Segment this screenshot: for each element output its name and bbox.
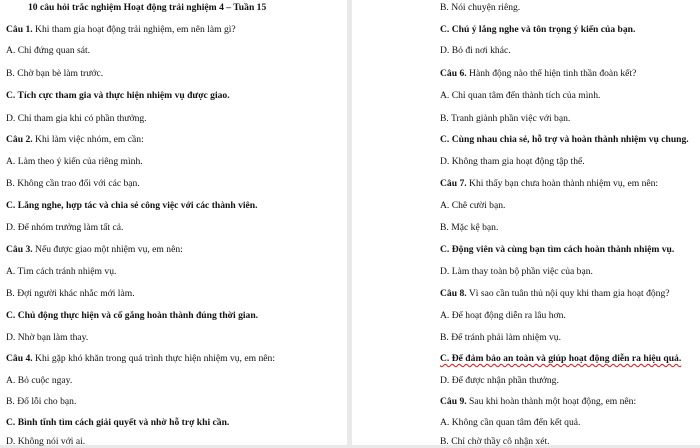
question-text: Khi làm việc nhóm, em cần:	[32, 134, 144, 145]
document-page-left: 10 câu hỏi trắc nghiệm Hoạt động trải ng…	[0, 0, 347, 447]
option-2c-correct: C. Lắng nghe, hợp tác và chia sẻ công vi…	[6, 200, 258, 211]
option-7a: A. Chê cười bạn.	[440, 200, 506, 211]
question-text: Sau khi hoàn thành một hoạt động, em nên…	[466, 396, 637, 407]
option-1c-correct: C. Tích cực tham gia và thực hiện nhiệm …	[6, 90, 230, 101]
question-text: Khi tham gia hoạt động trải nghiệm, em n…	[32, 24, 236, 35]
option-5d: D. Bỏ đi nơi khác.	[440, 45, 511, 56]
option-9a: A. Không cần quan tâm đến kết quả.	[440, 417, 581, 428]
option-3a: A. Tìm cách tránh nhiệm vụ.	[6, 266, 117, 277]
option-4a: A. Bỏ cuộc ngay.	[6, 375, 73, 386]
option-8d: D. Để được nhận phần thưởng.	[440, 375, 559, 386]
option-1d: D. Chỉ tham gia khi có phần thưởng.	[6, 113, 147, 124]
question-label: Câu 3.	[6, 244, 33, 255]
question-label: Câu 1.	[6, 24, 33, 35]
question-text: Nếu được giao một nhiệm vụ, em nên:	[32, 244, 183, 255]
question-label: Câu 9.	[440, 396, 467, 407]
question-3: Câu 3. Nếu được giao một nhiệm vụ, em nê…	[6, 244, 183, 256]
option-2a: A. Làm theo ý kiến của riêng mình.	[6, 156, 143, 167]
option-6a: A. Chỉ quan tâm đến thành tích của mình.	[440, 90, 601, 101]
option-4c-correct: C. Bình tĩnh tìm cách giải quyết và nhờ …	[6, 417, 230, 428]
option-5c-correct: C. Chú ý lắng nghe và tôn trọng ý kiến c…	[440, 24, 636, 35]
option-8c-correct: C. Để đảm bảo an toàn và giúp hoạt động …	[440, 353, 682, 364]
option-6b: B. Tranh giành phần việc với bạn.	[440, 113, 571, 124]
document-title: 10 câu hỏi trắc nghiệm Hoạt động trải ng…	[28, 2, 267, 13]
question-label: Câu 6.	[440, 68, 467, 79]
question-9: Câu 9. Sau khi hoàn thành một hoạt động,…	[440, 396, 636, 408]
option-9b: B. Chỉ chờ thầy cô nhận xét.	[440, 436, 550, 447]
option-2b: B. Không cần trao đổi với các bạn.	[6, 178, 140, 189]
option-1a: A. Chỉ đứng quan sát.	[6, 45, 91, 56]
option-4d: D. Không nói với ai.	[6, 436, 86, 447]
option-7c-correct: C. Động viên và cùng bạn tìm cách hoàn t…	[440, 244, 675, 255]
option-2d: D. Để nhóm trưởng làm tất cả.	[6, 222, 124, 233]
option-3b: B. Đợi người khác nhắc mới làm.	[6, 288, 135, 299]
option-4b: B. Đổ lỗi cho bạn.	[6, 396, 77, 407]
question-4: Câu 4. Khi gặp khó khăn trong quá trình …	[6, 353, 275, 365]
question-1: Câu 1. Khi tham gia hoạt động trải nghiệ…	[6, 24, 236, 36]
option-3c-correct: C. Chủ động thực hiện và cố gắng hoàn th…	[6, 310, 259, 321]
option-8a: A. Để hoạt động diễn ra lâu hơn.	[440, 310, 566, 321]
option-8b: B. Để tránh phải làm nhiệm vụ.	[440, 332, 561, 343]
option-1b: B. Chờ bạn bè làm trước.	[6, 68, 104, 79]
question-label: Câu 8.	[440, 288, 467, 299]
option-5b: B. Nói chuyện riêng.	[440, 2, 521, 13]
question-label: Câu 4.	[6, 353, 33, 364]
question-text: Khi gặp khó khăn trong quá trình thực hi…	[32, 353, 275, 364]
option-3d: D. Nhờ bạn làm thay.	[6, 332, 89, 343]
option-7d: D. Làm thay toàn bộ phần việc của bạn.	[440, 266, 593, 277]
option-7b: B. Mặc kệ bạn.	[440, 222, 499, 233]
question-6: Câu 6. Hành động nào thể hiện tinh thần …	[440, 68, 636, 80]
question-2: Câu 2. Khi làm việc nhóm, em cần:	[6, 134, 144, 146]
option-6c-correct: C. Cùng nhau chia sẻ, hỗ trợ và hoàn thà…	[440, 134, 689, 145]
question-label: Câu 2.	[6, 134, 33, 145]
question-text: Vì sao cần tuân thủ nội quy khi tham gia…	[466, 288, 670, 299]
question-label: Câu 7.	[440, 178, 467, 189]
question-8: Câu 8. Vì sao cần tuân thủ nội quy khi t…	[440, 288, 670, 300]
question-7: Câu 7. Khi thấy bạn chưa hoàn thành nhiệ…	[440, 178, 658, 190]
question-text: Khi thấy bạn chưa hoàn thành nhiệm vụ, e…	[466, 178, 659, 189]
question-text: Hành động nào thể hiện tinh thần đoàn kế…	[466, 68, 637, 79]
option-6d: D. Không tham gia hoạt động tập thể.	[440, 156, 585, 167]
document-page-right: B. Nói chuyện riêng. C. Chú ý lắng nghe …	[352, 0, 700, 447]
